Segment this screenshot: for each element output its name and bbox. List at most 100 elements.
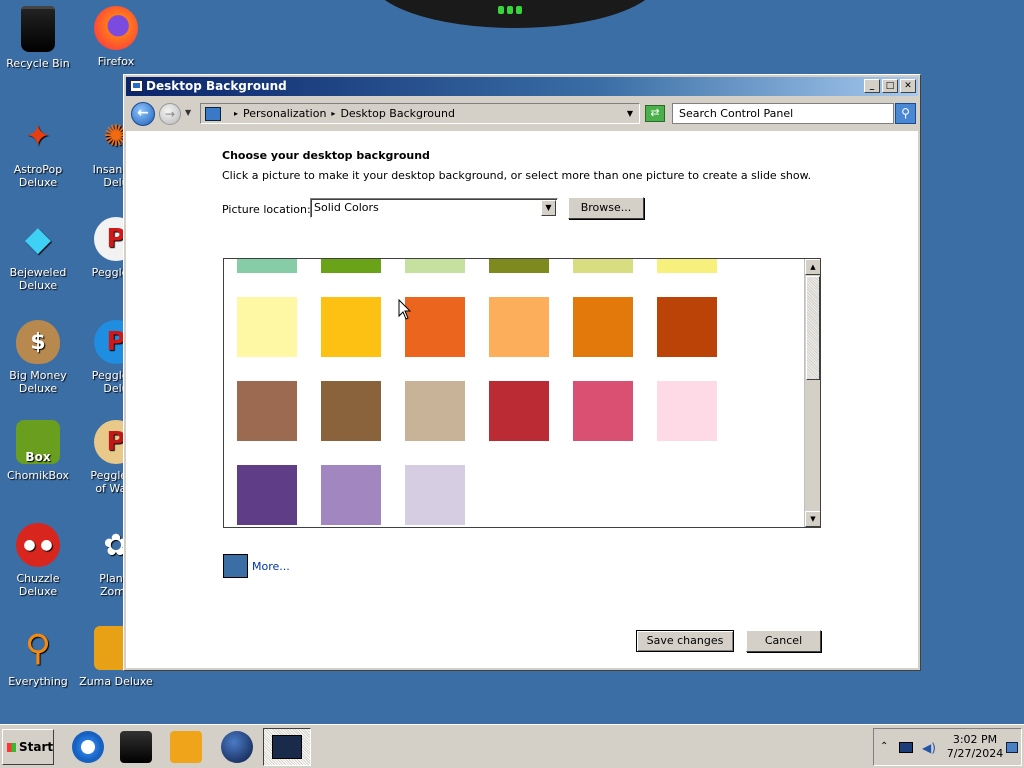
media-player-icon[interactable] bbox=[120, 731, 152, 763]
recycle-bin-icon bbox=[21, 6, 55, 52]
chomikbox-icon: Box bbox=[16, 420, 60, 464]
desktop-icon-everything[interactable]: ⚲ Everything bbox=[0, 626, 76, 688]
control-panel-icon bbox=[205, 106, 221, 121]
window-title: Desktop Background bbox=[146, 79, 287, 93]
color-swatch[interactable] bbox=[237, 381, 297, 441]
desktop-icon-firefox[interactable]: Firefox bbox=[78, 6, 154, 68]
page-heading: Choose your desktop background bbox=[222, 149, 430, 162]
desktop-background-window: Desktop Background _ □ ✕ ← → ▼ ▸ Persona… bbox=[123, 74, 921, 671]
system-tray: ⌃ ◀) 3:02 PM 7/27/2024 bbox=[873, 728, 1022, 766]
color-swatch[interactable] bbox=[573, 297, 633, 357]
internet-explorer-icon[interactable] bbox=[72, 731, 104, 763]
color-swatch[interactable] bbox=[321, 465, 381, 525]
start-button[interactable]: Start bbox=[2, 729, 54, 765]
desktop-icon-label: Firefox bbox=[97, 55, 135, 68]
title-bar[interactable]: Desktop Background _ □ ✕ bbox=[126, 77, 918, 96]
breadcrumb-desktop-background[interactable]: Desktop Background bbox=[340, 107, 455, 120]
desktop-icon-label: ChomikBox bbox=[7, 469, 69, 482]
color-swatch[interactable] bbox=[657, 297, 717, 357]
color-swatch[interactable] bbox=[657, 381, 717, 441]
minimize-button[interactable]: _ bbox=[864, 79, 880, 93]
search-input[interactable]: Search Control Panel bbox=[672, 103, 894, 124]
desktop-icon-label: Bejeweled Deluxe bbox=[9, 266, 67, 292]
desktop-icon-chuzzle[interactable]: ● ● Chuzzle Deluxe bbox=[0, 523, 76, 598]
color-swatch[interactable] bbox=[573, 259, 633, 273]
search-icon[interactable]: ⚲ bbox=[895, 103, 916, 124]
chuzzle-icon: ● ● bbox=[16, 523, 60, 567]
breadcrumb-personalization[interactable]: Personalization bbox=[243, 107, 326, 120]
maximize-button[interactable]: □ bbox=[882, 79, 898, 93]
color-swatch-grid: ▲ ▼ bbox=[223, 258, 821, 528]
back-arrow-icon[interactable]: ← bbox=[131, 102, 155, 126]
globe-icon[interactable] bbox=[221, 731, 253, 763]
color-swatch[interactable] bbox=[489, 259, 549, 273]
color-swatch[interactable] bbox=[657, 259, 717, 273]
top-device-shape bbox=[370, 0, 660, 28]
clock[interactable]: 3:02 PM 7/27/2024 bbox=[946, 733, 1004, 761]
firefox-icon bbox=[94, 6, 138, 50]
color-swatch[interactable] bbox=[237, 259, 297, 273]
desktop-icon-recycle-bin[interactable]: Recycle Bin bbox=[0, 6, 76, 70]
refresh-icon[interactable]: ⇄ bbox=[645, 105, 665, 122]
save-changes-button[interactable]: Save changes bbox=[636, 630, 734, 652]
desktop-icon-label: Recycle Bin bbox=[6, 57, 70, 70]
picture-location-label: Picture location: bbox=[222, 203, 311, 216]
scroll-down-icon[interactable]: ▼ bbox=[805, 511, 820, 527]
color-swatch[interactable] bbox=[321, 259, 381, 273]
window-controls: _ □ ✕ bbox=[864, 79, 916, 93]
taskbar-active-window-button[interactable] bbox=[263, 728, 311, 766]
show-desktop-icon[interactable] bbox=[1006, 742, 1018, 753]
chevron-up-icon[interactable]: ⌃ bbox=[880, 741, 888, 752]
more-colors-link[interactable]: More... bbox=[252, 560, 290, 573]
control-panel-icon bbox=[272, 735, 302, 759]
desktop-icon-astropop[interactable]: ✦ AstroPop Deluxe bbox=[0, 114, 76, 189]
color-swatch[interactable] bbox=[573, 381, 633, 441]
scrollbar-thumb[interactable] bbox=[806, 276, 820, 380]
start-label: Start bbox=[19, 740, 54, 754]
forward-arrow-icon[interactable]: → bbox=[159, 103, 181, 125]
breadcrumb-chevron-icon[interactable]: ▸ bbox=[331, 109, 335, 118]
picture-location-value: Solid Colors bbox=[314, 201, 379, 214]
navigation-bar: ← → ▼ ▸ Personalization ▸ Desktop Backgr… bbox=[126, 98, 918, 128]
address-bar[interactable]: ▸ Personalization ▸ Desktop Background ▼ bbox=[200, 103, 640, 124]
color-swatch[interactable] bbox=[237, 465, 297, 525]
scroll-up-icon[interactable]: ▲ bbox=[805, 259, 820, 275]
chevron-down-icon[interactable]: ▼ bbox=[541, 200, 556, 216]
desktop-icon-chomikbox[interactable]: Box ChomikBox bbox=[0, 420, 76, 482]
breadcrumb-chevron-icon[interactable]: ▸ bbox=[234, 109, 238, 118]
desktop-icon-bejeweled[interactable]: ◆ Bejeweled Deluxe bbox=[0, 217, 76, 293]
address-dropdown-icon[interactable]: ▼ bbox=[627, 109, 633, 118]
mouse-cursor-icon bbox=[398, 299, 412, 320]
money-bag-icon: $ bbox=[16, 320, 60, 364]
monitor-icon[interactable] bbox=[899, 742, 913, 753]
bejeweled-icon: ◆ bbox=[24, 218, 52, 259]
windows-logo-icon bbox=[7, 743, 16, 752]
color-swatch[interactable] bbox=[489, 297, 549, 357]
speaker-icon[interactable]: ◀) bbox=[922, 741, 936, 755]
color-swatch[interactable] bbox=[237, 297, 297, 357]
page-instructions: Click a picture to make it your desktop … bbox=[222, 169, 812, 182]
taskbar: Start ⌃ ◀) 3:02 PM 7/27/2024 bbox=[0, 724, 1024, 768]
vertical-scrollbar[interactable]: ▲ ▼ bbox=[804, 259, 820, 527]
color-swatch[interactable] bbox=[405, 259, 465, 273]
picture-location-select[interactable]: Solid Colors ▼ bbox=[310, 198, 558, 218]
color-swatch[interactable] bbox=[321, 381, 381, 441]
color-swatch[interactable] bbox=[405, 381, 465, 441]
color-swatch[interactable] bbox=[405, 297, 465, 357]
desktop-icon-label: Everything bbox=[8, 675, 68, 688]
current-color-swatch[interactable] bbox=[223, 554, 248, 578]
color-swatch[interactable] bbox=[405, 465, 465, 525]
clock-time: 3:02 PM bbox=[952, 733, 998, 746]
close-button[interactable]: ✕ bbox=[900, 79, 916, 93]
desktop-icon-label: AstroPop Deluxe bbox=[13, 163, 63, 189]
green-led-icon bbox=[498, 6, 524, 16]
cancel-button[interactable]: Cancel bbox=[746, 630, 821, 652]
history-dropdown-icon[interactable]: ▼ bbox=[185, 108, 191, 117]
browse-button[interactable]: Browse... bbox=[568, 197, 644, 219]
content-pane: Choose your desktop background Click a p… bbox=[126, 131, 918, 668]
desktop-icon-big-money[interactable]: $ Big Money Deluxe bbox=[0, 320, 76, 395]
color-swatch[interactable] bbox=[489, 381, 549, 441]
video-player-icon[interactable] bbox=[170, 731, 202, 763]
color-swatch[interactable] bbox=[321, 297, 381, 357]
astropop-icon: ✦ bbox=[25, 118, 51, 154]
